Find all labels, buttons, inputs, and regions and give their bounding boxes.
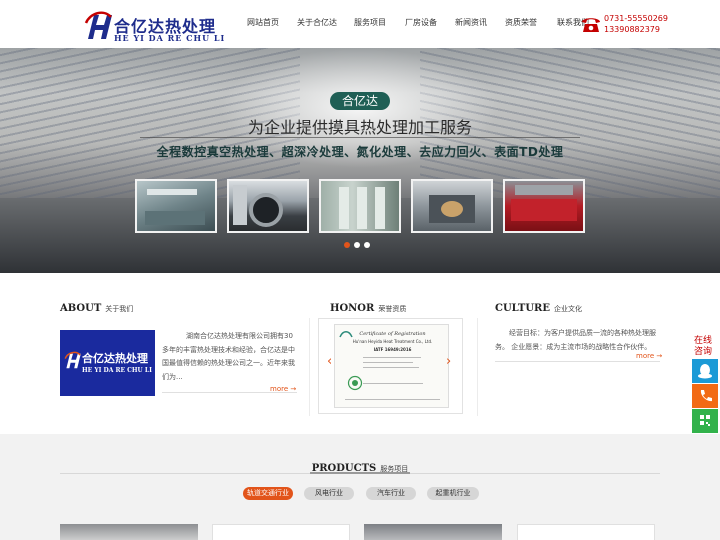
phone-handset-icon xyxy=(700,390,712,402)
about-image-cn: 合亿达热处理 xyxy=(82,352,148,365)
thumbnail-machine[interactable] xyxy=(411,179,493,233)
honor-prev-arrow-icon[interactable]: ‹ xyxy=(327,354,332,369)
nav-news[interactable]: 新闻资讯 xyxy=(446,0,496,48)
phone-contact: 0731-55550269 13390882379 xyxy=(580,12,680,38)
thumbnail-workshop[interactable] xyxy=(135,179,217,233)
logo-mark-icon xyxy=(84,11,112,39)
phone-number-1[interactable]: 0731-55550269 xyxy=(604,13,668,24)
about-logo-image[interactable]: 合亿达热处理 HE YI DA RE CHU LI xyxy=(60,330,155,396)
logo-text-en: HE YI DA RE CHU LI xyxy=(114,33,226,43)
cert-line xyxy=(345,399,440,400)
site-header: 合亿达热处理 HE YI DA RE CHU LI 网站首页 关于合亿达 服务项… xyxy=(0,0,720,48)
nav-home[interactable]: 网站首页 xyxy=(236,0,290,48)
tab-automotive[interactable]: 汽车行业 xyxy=(366,487,416,500)
main-nav: 网站首页 关于合亿达 服务项目 厂房设备 新闻资讯 资质荣誉 联系我们 xyxy=(236,0,600,48)
product-card[interactable] xyxy=(517,524,655,540)
about-text: 湖南合亿达热处理有限公司拥有30多年的丰富热处理技术和经验，合亿达是中国最值得信… xyxy=(162,332,295,381)
qr-code-icon xyxy=(700,415,710,426)
thumbnail-equipment[interactable] xyxy=(503,179,585,233)
cert-company: Hu'nan Heyida Heat Treatment Co., Ltd. xyxy=(352,339,433,344)
culture-title-cn[interactable]: 企业文化 xyxy=(554,305,582,313)
banner-thumbnails xyxy=(135,179,585,234)
about-image-en: HE YI DA RE CHU LI xyxy=(82,367,152,374)
cert-line xyxy=(363,362,413,363)
logo[interactable]: 合亿达热处理 HE YI DA RE CHU LI xyxy=(84,9,224,45)
about-heading: ABOUT 关于我们 xyxy=(60,296,133,314)
phone-number-2[interactable]: 13390882379 xyxy=(604,24,668,35)
products-section: PRODUCTS 服务项目 轨道交通行业 风电行业 汽车行业 起重机行业 xyxy=(0,434,720,540)
nav-services[interactable]: 服务项目 xyxy=(344,0,396,48)
culture-more-line xyxy=(495,361,660,362)
about-more-link[interactable]: more → xyxy=(270,385,296,393)
honor-title-en: HONOR xyxy=(330,303,375,314)
qq-icon xyxy=(698,364,712,379)
cert-line xyxy=(363,367,419,368)
banner-divider xyxy=(140,137,580,138)
product-card[interactable] xyxy=(212,524,350,540)
cert-title: Certificate of Registration xyxy=(359,331,426,337)
honor-next-arrow-icon[interactable]: › xyxy=(446,354,451,369)
slider-dot-3[interactable] xyxy=(364,242,370,248)
culture-title-en: CULTURE xyxy=(495,303,550,314)
cert-line xyxy=(363,383,423,384)
culture-text: 经营目标：为客户提供品质一流的各种热处理服务。 企业愿景：成为主流市场的战略性合… xyxy=(495,329,656,351)
slider-dots xyxy=(344,242,370,248)
nav-honors[interactable]: 资质荣誉 xyxy=(496,0,546,48)
online-consult-label[interactable]: 在线咨询 xyxy=(692,336,714,358)
product-card[interactable] xyxy=(60,524,198,540)
about-logo-mark-icon xyxy=(64,351,81,369)
honor-carousel: Certificate of Registration Hu'nan Heyid… xyxy=(318,318,463,414)
about-title-en: ABOUT xyxy=(60,303,102,314)
culture-heading: CULTURE 企业文化 xyxy=(495,296,582,314)
thumbnail-vacuum-furnace[interactable] xyxy=(227,179,309,233)
divider-2 xyxy=(477,318,478,416)
banner-badge: 合亿达 xyxy=(330,92,390,110)
banner-subheadline: 全程数控真空热处理、超深冷处理、氮化处理、去应力回火、表面TD处理 xyxy=(156,145,564,159)
cert-line xyxy=(363,357,421,358)
tab-rail-transit[interactable]: 轨道交通行业 xyxy=(243,487,293,500)
phone-call-button[interactable] xyxy=(692,384,718,408)
hero-banner: 合亿达 为企业提供摸具热处理加工服务 全程数控真空热处理、超深冷处理、氮化处理、… xyxy=(0,48,720,273)
cert-standard: IATF 16949:2016 xyxy=(373,347,412,352)
honor-title-cn[interactable]: 荣誉资质 xyxy=(378,305,406,313)
nav-about[interactable]: 关于合亿达 xyxy=(290,0,344,48)
product-card[interactable] xyxy=(364,524,502,540)
tab-crane[interactable]: 起重机行业 xyxy=(427,487,479,500)
qq-chat-button[interactable] xyxy=(692,359,718,383)
banner-headline: 为企业提供摸具热处理加工服务 xyxy=(247,118,472,137)
tab-wind-power[interactable]: 风电行业 xyxy=(304,487,354,500)
culture-more-link[interactable]: more → xyxy=(636,352,662,360)
divider-1 xyxy=(309,318,310,416)
honor-heading: HONOR 荣誉资质 xyxy=(330,296,406,314)
nav-facilities[interactable]: 厂房设备 xyxy=(396,0,446,48)
slider-dot-2[interactable] xyxy=(354,242,360,248)
wechat-qr-button[interactable] xyxy=(692,409,718,433)
about-title-cn[interactable]: 关于我们 xyxy=(105,305,133,313)
cert-seal-icon xyxy=(347,375,363,391)
certificate-image[interactable]: Certificate of Registration Hu'nan Heyid… xyxy=(334,324,449,408)
thumbnail-parts[interactable] xyxy=(319,179,401,233)
slider-dot-1[interactable] xyxy=(344,242,350,248)
phone-icon xyxy=(582,18,600,32)
products-rule-accent xyxy=(310,472,410,474)
